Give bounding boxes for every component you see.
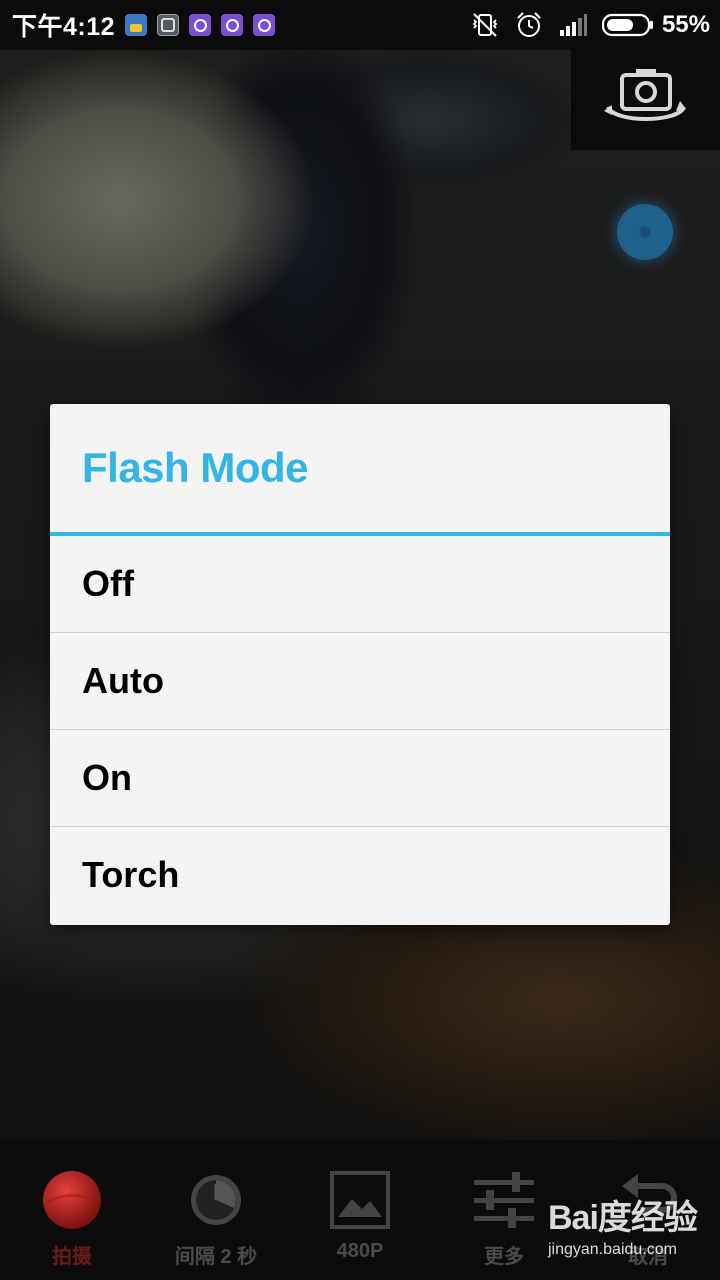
- app-purple-icon: [221, 14, 244, 36]
- flash-option-torch[interactable]: Torch: [50, 827, 670, 922]
- app-box-icon: [157, 14, 180, 36]
- app-purple-icon: [189, 14, 212, 36]
- flash-mode-dialog: Flash Mode Off Auto On Torch: [50, 404, 670, 925]
- watermark-url: jingyan.baidu.com: [548, 1241, 677, 1258]
- flash-option-on[interactable]: On: [50, 730, 670, 827]
- resolution-button[interactable]: 480P: [288, 1140, 432, 1280]
- flash-option-off[interactable]: Off: [50, 536, 670, 633]
- status-system-icons: 55%: [456, 10, 710, 40]
- capture-label: 拍摄: [52, 1246, 92, 1268]
- interval-label: 间隔 2 秒: [174, 1246, 258, 1268]
- capture-button[interactable]: 拍摄: [0, 1140, 144, 1280]
- alarm-icon: [514, 10, 544, 40]
- resolution-label: 480P: [336, 1240, 384, 1262]
- camera-switch-icon: [600, 63, 692, 138]
- vibrate-off-icon: [470, 10, 500, 40]
- clock-icon: [184, 1168, 248, 1232]
- battery-percent: 55%: [661, 11, 710, 38]
- image-icon: [328, 1168, 392, 1232]
- battery-icon: [601, 13, 654, 37]
- signal-icon: [558, 12, 588, 38]
- focus-indicator: [617, 204, 673, 260]
- flash-option-auto[interactable]: Auto: [50, 633, 670, 730]
- watermark-logo: Bai度经验: [548, 1199, 698, 1237]
- interval-button[interactable]: 间隔 2 秒: [144, 1140, 288, 1280]
- camera-screen: 下午4:12 55% Flash Mode Off Auto On Torch …: [0, 0, 720, 1280]
- app-purple-icon: [253, 14, 276, 36]
- sliders-icon: [472, 1168, 536, 1232]
- cleaner-icon: [125, 14, 148, 36]
- more-label: 更多: [484, 1246, 524, 1268]
- baidu-watermark: Bai度经验 jingyan.baidu.com: [548, 1190, 716, 1270]
- status-bar: 下午4:12 55%: [0, 0, 720, 50]
- dialog-title: Flash Mode: [82, 444, 309, 491]
- camera-switch-button[interactable]: [571, 50, 720, 150]
- status-time: 下午4:12: [12, 13, 116, 41]
- record-icon: [40, 1168, 104, 1232]
